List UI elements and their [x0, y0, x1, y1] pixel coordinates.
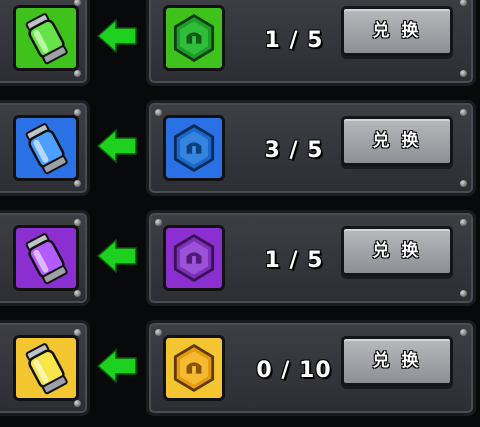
- canister-tile[interactable]: [13, 225, 79, 291]
- energy-canister-icon: [25, 123, 68, 175]
- helmet-gem-icon: [173, 233, 215, 283]
- exchange-row: 0 / 10 兑 换: [0, 320, 480, 416]
- gem-tile: [163, 225, 225, 291]
- canister-tile[interactable]: [13, 335, 79, 401]
- gem-tile: [163, 5, 225, 71]
- helmet-gem-icon: [173, 123, 215, 173]
- screw-icon: [74, 180, 81, 187]
- progress-count: 1 / 5: [264, 28, 324, 53]
- exchange-row: 1 / 5 兑 换: [0, 0, 480, 86]
- progress-count: 0 / 10: [256, 358, 332, 383]
- canister-tile[interactable]: [13, 5, 79, 71]
- exchange-button[interactable]: 兑 换: [341, 6, 453, 56]
- screw-icon: [74, 290, 81, 297]
- left-arrow-icon: [96, 348, 137, 384]
- helmet-gem-icon: [173, 13, 215, 63]
- screw-icon: [155, 219, 162, 226]
- screw-icon: [460, 290, 467, 297]
- energy-canister-icon: [25, 233, 68, 285]
- screw-icon: [460, 0, 467, 6]
- exchange-button[interactable]: 兑 换: [341, 116, 453, 166]
- screw-icon: [155, 329, 162, 336]
- exchange-panel: 1 / 5 兑 换: [146, 210, 476, 306]
- energy-canister-icon: [25, 13, 68, 65]
- exchange-panel: 1 / 5 兑 换: [146, 0, 476, 86]
- left-arrow-icon: [96, 128, 137, 164]
- exchange-row: 3 / 5 兑 换: [0, 100, 480, 196]
- gem-tile: [163, 335, 225, 401]
- exchange-panel: 0 / 10 兑 换: [146, 320, 476, 416]
- helmet-gem-icon: [173, 343, 215, 393]
- screw-icon: [155, 109, 162, 116]
- energy-canister-icon: [25, 343, 68, 395]
- exchange-button[interactable]: 兑 换: [341, 226, 453, 276]
- screw-icon: [460, 180, 467, 187]
- progress-count: 1 / 5: [264, 248, 324, 273]
- screw-icon: [460, 329, 467, 336]
- source-item-panel: [0, 210, 90, 306]
- left-arrow-icon: [96, 18, 137, 54]
- source-item-panel: [0, 100, 90, 196]
- screw-icon: [74, 70, 81, 77]
- gem-tile: [163, 115, 225, 181]
- left-arrow-icon: [96, 238, 137, 274]
- exchange-panel: 3 / 5 兑 换: [146, 100, 476, 196]
- screw-icon: [74, 400, 81, 407]
- canister-tile[interactable]: [13, 115, 79, 181]
- exchange-row: 1 / 5 兑 换: [0, 210, 480, 306]
- exchange-button[interactable]: 兑 换: [341, 336, 453, 386]
- progress-count: 3 / 5: [264, 138, 324, 163]
- screw-icon: [460, 70, 467, 77]
- source-item-panel: [0, 0, 90, 86]
- screw-icon: [460, 109, 467, 116]
- source-item-panel: [0, 320, 90, 416]
- screw-icon: [460, 219, 467, 226]
